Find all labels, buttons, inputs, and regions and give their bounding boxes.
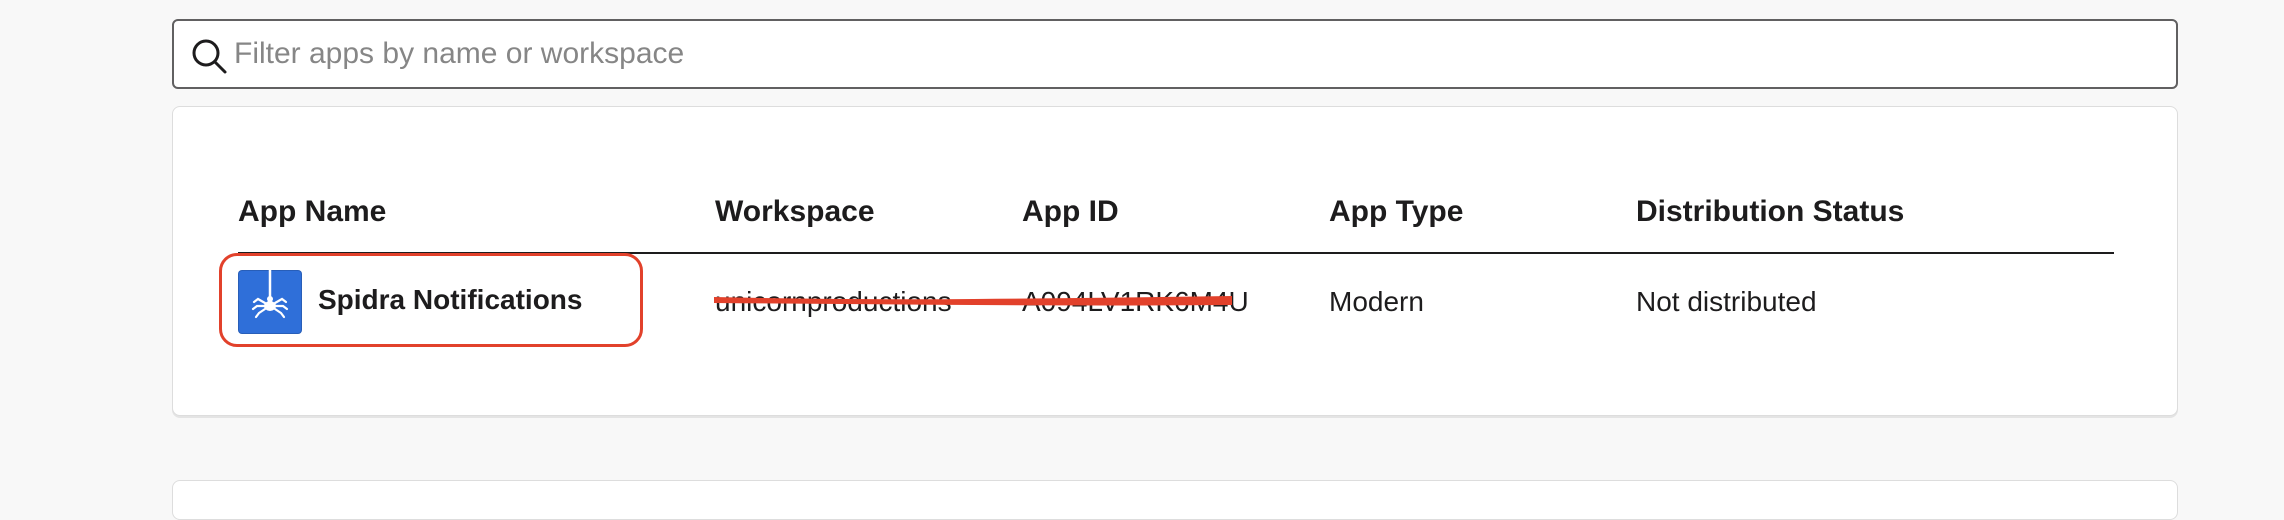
app-type-cell: Modern: [1329, 286, 1424, 317]
column-header-distribution-status: Distribution Status: [1636, 195, 1905, 228]
distribution-status-cell: Not distributed: [1636, 286, 1817, 317]
column-header-app-type: App Type: [1329, 195, 1464, 228]
table-header-divider: [238, 252, 2114, 254]
app-id-cell: A094LV1RK6M4U: [1022, 286, 1249, 317]
filter-apps-field[interactable]: [172, 19, 2178, 89]
column-header-workspace: Workspace: [715, 195, 875, 228]
next-card: [172, 480, 2178, 520]
spider-icon: [251, 270, 289, 319]
column-header-app-name: App Name: [238, 195, 387, 228]
app-name-link[interactable]: Spidra Notifications: [318, 278, 582, 322]
apps-table-card: [172, 106, 2178, 416]
search-icon: [192, 39, 227, 74]
column-header-app-id: App ID: [1022, 195, 1119, 228]
filter-apps-input[interactable]: [234, 21, 2134, 87]
workspace-cell: unicornproductions: [715, 286, 952, 317]
spider-app-icon[interactable]: [238, 270, 302, 334]
